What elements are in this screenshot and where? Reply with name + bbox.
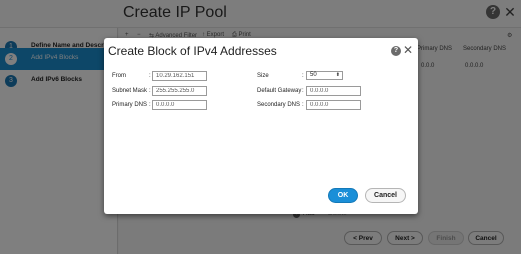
from-input[interactable] (152, 71, 207, 81)
create-ipv4-block-dialog: Create Block of IPv4 Addresses ? ✕ From … (104, 38, 418, 214)
from-colon: : (149, 73, 151, 79)
dialog-help-icon[interactable]: ? (391, 46, 401, 56)
primary-dns-input[interactable] (152, 100, 207, 110)
dialog-title: Create Block of IPv4 Addresses (108, 44, 277, 58)
default-gateway-label: Default Gateway (257, 88, 302, 94)
ok-button[interactable]: OK (328, 188, 358, 203)
subnet-mask-label: Subnet Mask (112, 88, 148, 94)
subnet-mask-input[interactable] (152, 86, 207, 96)
primary-dns-colon: : (149, 102, 151, 108)
from-label: From (112, 73, 126, 79)
size-label: Size (257, 73, 269, 79)
dialog-cancel-button[interactable]: Cancel (365, 188, 406, 203)
default-gateway-colon: : (302, 88, 304, 94)
size-stepper[interactable]: 50 ⬍ (306, 71, 343, 80)
subnet-mask-colon: : (149, 88, 151, 94)
dialog-close-icon[interactable]: ✕ (403, 43, 413, 57)
size-colon: : (302, 73, 304, 79)
default-gateway-input[interactable] (306, 86, 361, 96)
secondary-dns-label: Secondary DNS (257, 102, 301, 108)
size-value: 50 (310, 72, 317, 78)
secondary-dns-colon: : (302, 102, 304, 108)
secondary-dns-input[interactable] (306, 100, 361, 110)
primary-dns-label: Primary DNS (112, 102, 148, 108)
stepper-arrows-icon[interactable]: ⬍ (336, 72, 340, 79)
